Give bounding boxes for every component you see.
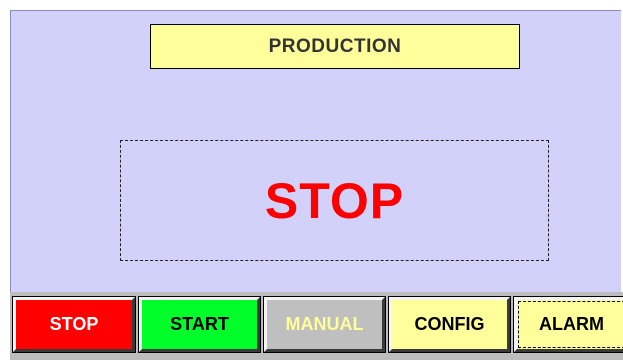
config-button[interactable]: CONFIG <box>388 296 511 353</box>
manual-button[interactable]: MANUAL <box>263 296 386 353</box>
start-button-label: START <box>170 314 229 334</box>
config-button-label: CONFIG <box>414 314 485 334</box>
alarm-button[interactable]: ALARM <box>513 296 623 353</box>
screen-title: PRODUCTION <box>150 24 520 69</box>
stop-button[interactable]: STOP <box>12 296 136 353</box>
machine-status-text: STOP <box>264 172 405 229</box>
machine-status-display: STOP <box>120 140 549 261</box>
manual-button-label: MANUAL <box>285 314 364 334</box>
start-button[interactable]: START <box>138 296 261 353</box>
function-button-bar: STOP START MANUAL CONFIG ALARM <box>10 292 623 360</box>
stop-button-label: STOP <box>49 314 99 334</box>
alarm-button-label: ALARM <box>518 301 623 348</box>
hmi-screen: PRODUCTION STOP STOP START MANUAL CONFIG… <box>0 0 623 360</box>
production-panel: PRODUCTION STOP <box>10 10 621 292</box>
